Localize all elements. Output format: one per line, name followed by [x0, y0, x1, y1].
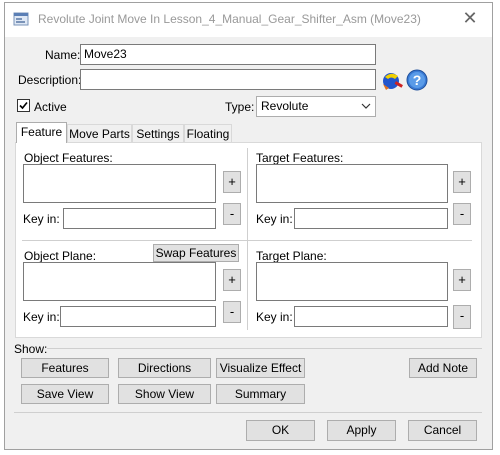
panel-divider-horizontal — [22, 240, 472, 241]
panel-divider-vertical — [247, 148, 248, 330]
app-icon — [13, 11, 29, 27]
object-features-label: Object Features: — [24, 151, 113, 165]
summary-button[interactable]: Summary — [216, 384, 305, 404]
object-features-add-button[interactable]: + — [223, 171, 241, 193]
name-field[interactable]: Move23 — [80, 44, 376, 65]
footer-divider — [14, 412, 482, 413]
object-plane-label: Object Plane: — [24, 249, 97, 263]
name-value: Move23 — [84, 47, 127, 61]
target-features-keyin-label: Key in: — [256, 212, 293, 226]
ok-button[interactable]: OK — [246, 420, 315, 441]
target-features-label: Target Features: — [256, 151, 344, 165]
directions-button[interactable]: Directions — [118, 358, 211, 378]
active-label: Active — [34, 100, 67, 114]
type-label: Type: — [225, 100, 255, 114]
add-note-button[interactable]: Add Note — [409, 358, 477, 378]
features-button[interactable]: Features — [21, 358, 109, 378]
show-view-button[interactable]: Show View — [118, 384, 211, 404]
tab-label: Settings — [136, 127, 180, 141]
type-select[interactable]: Revolute — [256, 96, 376, 117]
apply-button[interactable]: Apply — [327, 420, 396, 441]
target-features-list[interactable] — [256, 164, 448, 203]
object-plane-keyin-field[interactable] — [60, 306, 216, 327]
show-label: Show: — [14, 342, 48, 356]
target-plane-label: Target Plane: — [256, 249, 327, 263]
target-plane-list[interactable] — [256, 262, 448, 301]
description-label: Description: — [18, 73, 82, 87]
object-features-remove-button[interactable]: - — [223, 203, 241, 225]
chevron-down-icon — [361, 103, 371, 109]
swap-features-button[interactable]: Swap Features — [153, 244, 239, 262]
save-view-button[interactable]: Save View — [21, 384, 109, 404]
cancel-button[interactable]: Cancel — [408, 420, 477, 441]
target-plane-keyin-label: Key in: — [256, 310, 293, 324]
tab-label: Feature — [20, 125, 63, 139]
target-features-keyin-field[interactable] — [294, 208, 448, 229]
target-plane-keyin-field[interactable] — [294, 306, 448, 327]
tab-label: Floating — [186, 127, 230, 141]
object-plane-remove-button[interactable]: - — [223, 301, 241, 323]
target-features-add-button[interactable]: + — [453, 171, 471, 193]
tab-feature[interactable]: Feature — [16, 122, 67, 143]
name-label: Name: — [45, 48, 81, 62]
type-value: Revolute — [261, 99, 309, 113]
visualize-effect-button[interactable]: Visualize Effect — [216, 358, 305, 378]
target-plane-add-button[interactable]: + — [453, 269, 471, 291]
object-plane-keyin-label: Key in: — [23, 310, 60, 324]
tab-label: Move Parts — [69, 127, 130, 141]
object-features-list[interactable] — [23, 164, 216, 203]
object-features-keyin-field[interactable] — [63, 208, 216, 229]
checkmark-icon — [19, 101, 28, 110]
target-plane-remove-button[interactable]: - — [453, 305, 471, 329]
show-divider — [47, 348, 482, 349]
object-plane-add-button[interactable]: + — [223, 269, 241, 291]
object-features-keyin-label: Key in: — [23, 212, 60, 226]
tab-move-parts[interactable]: Move Parts — [67, 124, 132, 142]
tab-settings[interactable]: Settings — [132, 124, 184, 142]
close-icon[interactable]: ✕ — [461, 9, 479, 27]
help-icon[interactable]: ? — [406, 69, 428, 91]
window-title: Revolute Joint Move In Lesson_4_Manual_G… — [38, 12, 421, 26]
description-field[interactable] — [80, 69, 376, 90]
svg-text:?: ? — [413, 72, 422, 88]
tab-floating[interactable]: Floating — [184, 124, 232, 142]
active-checkbox[interactable] — [17, 99, 30, 112]
wizard-icon[interactable] — [381, 68, 405, 92]
object-plane-list[interactable] — [23, 262, 216, 301]
target-features-remove-button[interactable]: - — [453, 203, 471, 225]
